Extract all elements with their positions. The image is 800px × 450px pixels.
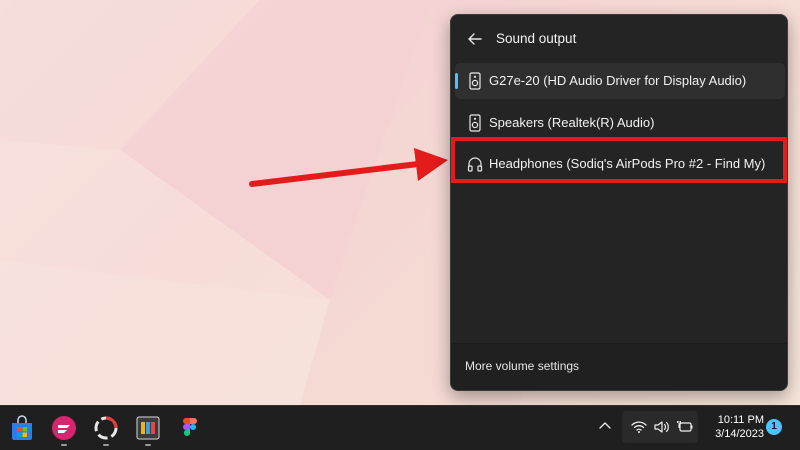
back-button[interactable] [463, 27, 487, 51]
device-label: G27e-20 (HD Audio Driver for Display Aud… [489, 73, 747, 88]
notification-badge[interactable]: 1 [766, 419, 782, 435]
ring-app[interactable] [92, 414, 120, 446]
flyout-title: Sound output [496, 31, 577, 46]
sound-output-flyout: Sound output G27e-20 (HD Audio Driver fo… [450, 14, 788, 391]
more-volume-settings-link[interactable]: More volume settings [465, 359, 579, 373]
figma-icon [183, 418, 197, 436]
selected-indicator [455, 73, 458, 89]
battery-icon [677, 421, 693, 432]
device-item-g27e-20[interactable]: G27e-20 (HD Audio Driver for Display Aud… [455, 63, 785, 99]
volume-icon [654, 421, 669, 433]
clock-date: 3/14/2023 [715, 428, 764, 440]
running-indicator [145, 444, 151, 446]
taskbar: 10:11 PM 3/14/2023 1 [0, 405, 800, 450]
figma-app[interactable] [176, 414, 204, 442]
app-colorful-icon [136, 416, 160, 440]
microsoft-store-app[interactable] [8, 414, 36, 442]
colorful-app[interactable] [134, 414, 162, 446]
taskbar-clock[interactable]: 10:11 PM 3/14/2023 [704, 413, 764, 441]
headphones-icon [467, 157, 483, 172]
wifi-icon [631, 421, 647, 433]
microsoft-store-icon [12, 415, 32, 440]
speaker-icon [469, 72, 481, 90]
chevron-up-icon[interactable] [597, 418, 613, 434]
speaker-icon [469, 114, 481, 132]
running-indicator [103, 444, 109, 446]
clock-time: 10:11 PM [717, 414, 764, 426]
back-arrow-icon [468, 33, 482, 45]
app-pink-icon [52, 416, 76, 440]
device-label: Headphones (Sodiq's AirPods Pro #2 - Fin… [489, 156, 766, 171]
running-indicator [61, 444, 67, 446]
device-label: Speakers (Realtek(R) Audio) [489, 115, 655, 130]
pink-app[interactable] [50, 414, 78, 446]
device-item-headphones[interactable]: Headphones (Sodiq's AirPods Pro #2 - Fin… [455, 146, 785, 182]
flyout-header: Sound output [451, 15, 787, 61]
device-item-speakers[interactable]: Speakers (Realtek(R) Audio) [455, 105, 785, 141]
app-ring-icon [94, 416, 118, 440]
quick-settings-tray[interactable] [622, 411, 698, 443]
flyout-footer: More volume settings [451, 343, 787, 390]
